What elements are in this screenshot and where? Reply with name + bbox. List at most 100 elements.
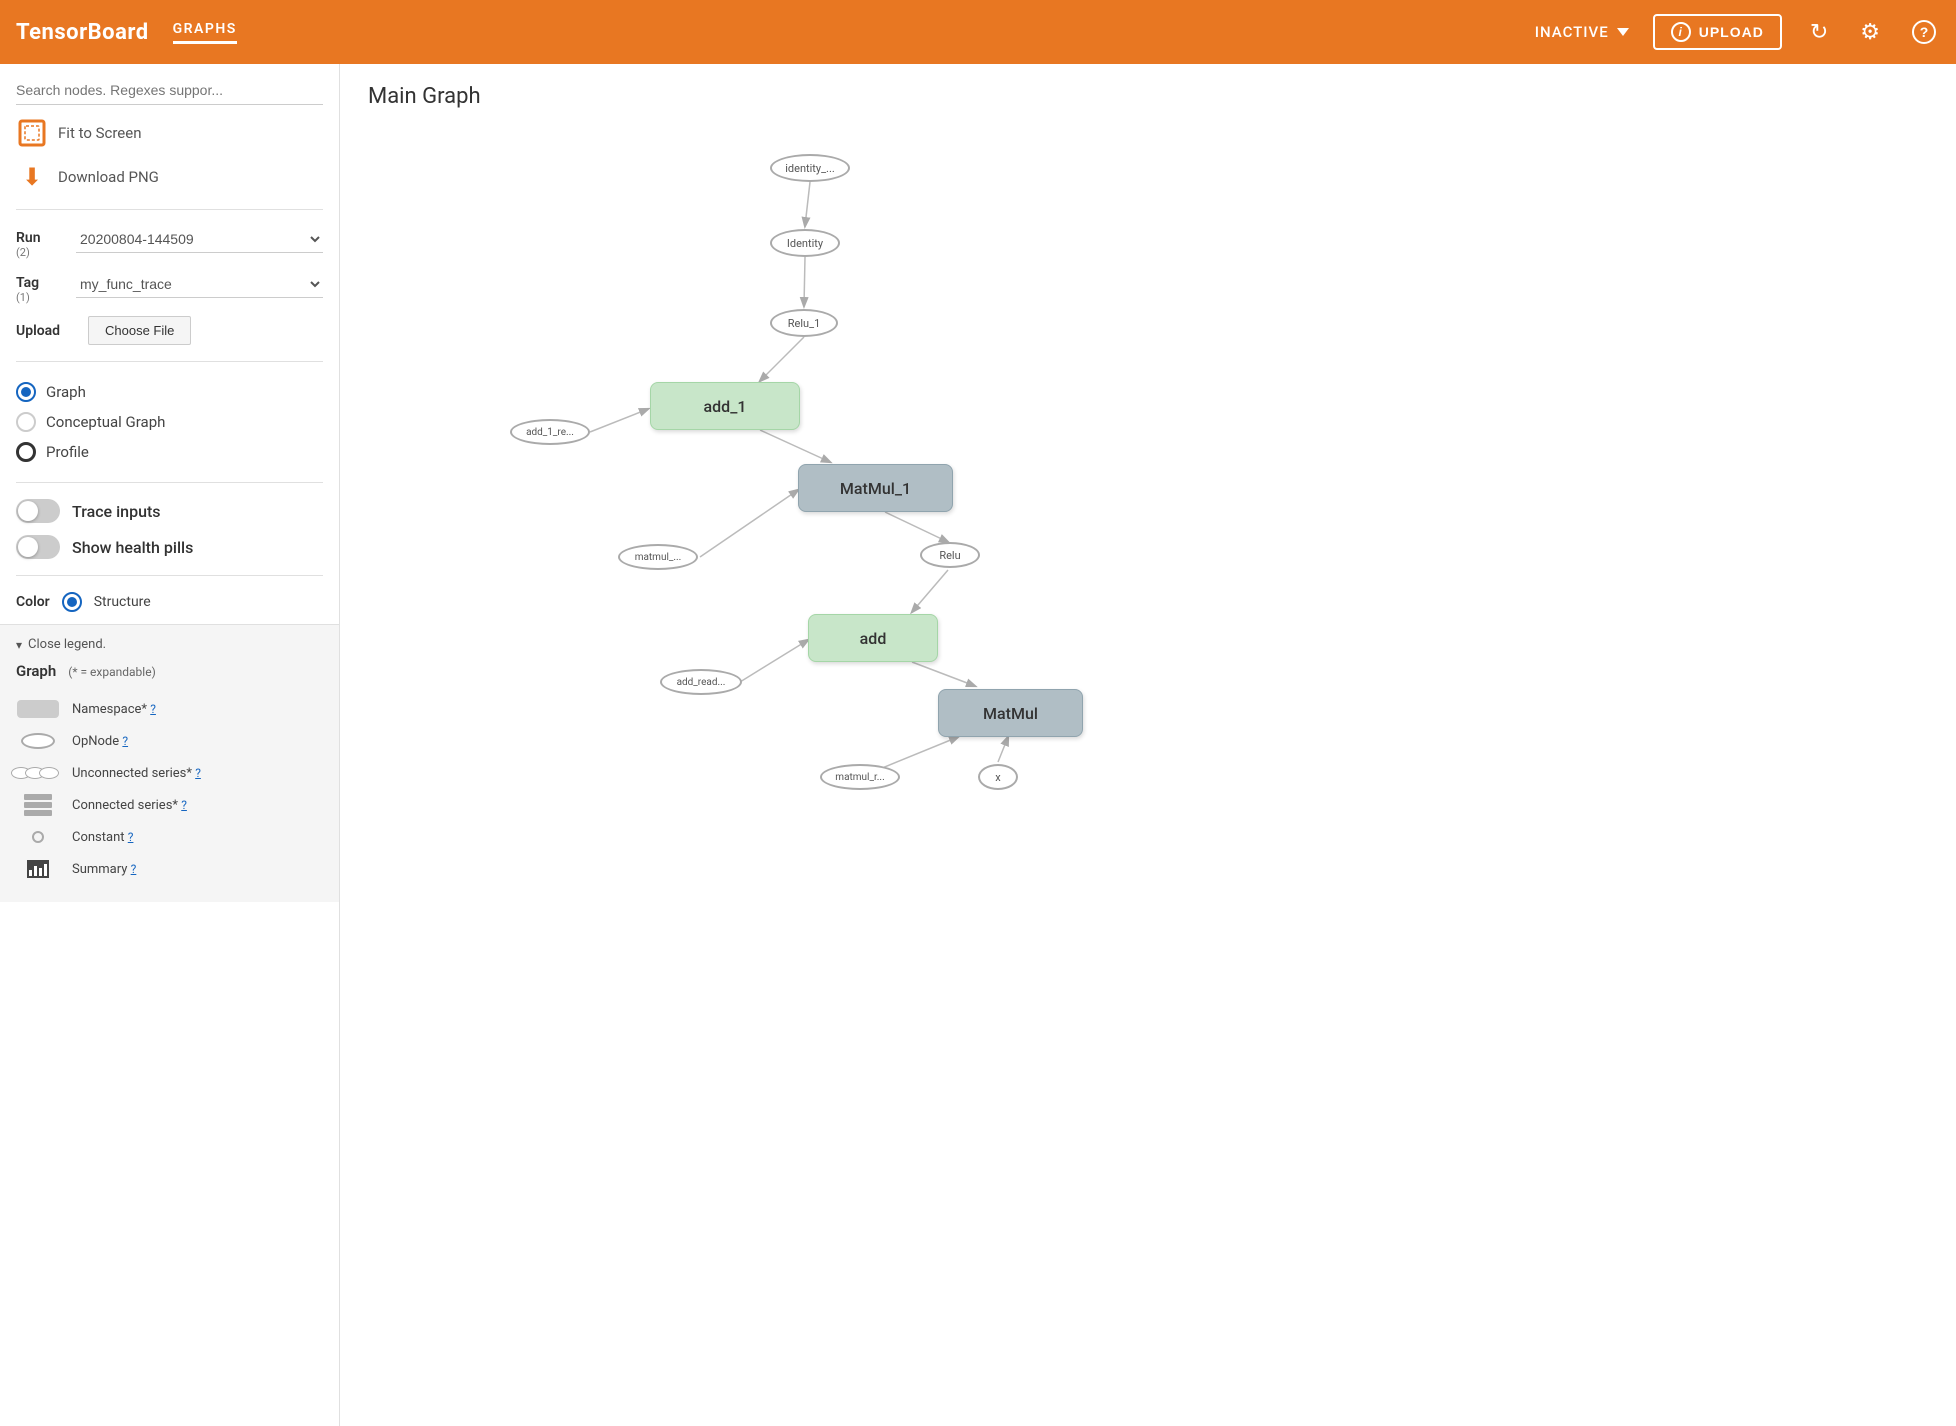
legend-opnode-shape — [16, 730, 60, 752]
trace-inputs-row: Trace inputs — [16, 499, 323, 523]
legend-summary: Summary ? — [16, 858, 323, 880]
legend-toggle-button[interactable]: ▾ Close legend. — [16, 637, 323, 652]
node-matmul-r[interactable]: matmul_r... — [820, 764, 900, 790]
sidebar: Fit to Screen ⬇ Download PNG Run (2) 202… — [0, 64, 340, 1426]
node-matmul-dots-label: matmul_... — [635, 552, 682, 563]
help-button[interactable]: ? — [1908, 16, 1940, 48]
divider-2 — [16, 361, 323, 362]
node-matmul-r-label: matmul_r... — [835, 772, 884, 783]
legend-unconnected: Unconnected series* ? — [16, 762, 323, 784]
radio-profile-indicator — [16, 442, 36, 462]
legend-constant-help[interactable]: ? — [128, 830, 134, 844]
run-label: Run — [16, 226, 64, 246]
fit-to-screen-button[interactable]: Fit to Screen — [16, 117, 323, 149]
graph-area[interactable]: Main Graph — [340, 64, 1956, 1426]
tag-select[interactable]: my_func_trace — [76, 271, 323, 298]
node-add1[interactable]: add_1 — [650, 382, 800, 430]
legend-constant: Constant ? — [16, 826, 323, 848]
node-add[interactable]: add — [808, 614, 938, 662]
node-matmul1-label: MatMul_1 — [840, 479, 911, 498]
tag-label: Tag — [16, 271, 64, 291]
constant-shape-icon — [32, 831, 44, 843]
legend-unconnected-label: Unconnected series* ? — [72, 766, 201, 781]
radio-conceptual[interactable]: Conceptual Graph — [16, 412, 323, 432]
node-add1-label: add_1 — [704, 397, 747, 416]
radio-conceptual-indicator — [16, 412, 36, 432]
color-structure-radio[interactable] — [62, 592, 82, 612]
run-sublabel: (2) — [16, 246, 64, 259]
legend-connected-shape — [16, 794, 60, 816]
node-relu1-label: Relu_1 — [788, 317, 821, 330]
node-matmul1[interactable]: MatMul_1 — [798, 464, 953, 512]
color-row: Color Structure — [16, 592, 323, 612]
fit-to-screen-icon — [16, 117, 48, 149]
search-input[interactable] — [16, 76, 323, 105]
show-health-pills-toggle[interactable] — [16, 535, 60, 559]
opnode-shape-icon — [21, 733, 55, 749]
connected-shape-icon — [24, 794, 52, 816]
dropdown-arrow-icon — [1617, 28, 1629, 36]
run-selector-dropdown[interactable]: INACTIVE — [1535, 23, 1629, 41]
namespace-shape-icon — [17, 700, 59, 718]
legend-toggle-arrow-icon: ▾ — [16, 638, 22, 652]
color-structure-label: Structure — [94, 594, 151, 610]
node-relu1[interactable]: Relu_1 — [770, 309, 838, 337]
radio-conceptual-label: Conceptual Graph — [46, 413, 165, 431]
choose-file-button[interactable]: Choose File — [88, 316, 191, 345]
legend-namespace-help[interactable]: ? — [150, 702, 156, 716]
node-identity-dots[interactable]: identity_... — [770, 154, 850, 182]
node-relu[interactable]: Relu — [920, 542, 980, 568]
node-add1re-label: add_1_re... — [526, 427, 574, 438]
legend-constant-label: Constant ? — [72, 830, 133, 845]
legend-subtitle: (* = expandable) — [68, 665, 156, 679]
radio-graph-label: Graph — [46, 383, 86, 401]
nav-graphs[interactable]: GRAPHS — [173, 21, 237, 44]
legend-namespace-label: Namespace* ? — [72, 702, 156, 717]
legend-connected-help[interactable]: ? — [181, 798, 187, 812]
node-matmul-dots[interactable]: matmul_... — [618, 544, 698, 570]
legend-connected: Connected series* ? — [16, 794, 323, 816]
node-add1re[interactable]: add_1_re... — [510, 419, 590, 445]
node-x[interactable]: x — [978, 764, 1018, 790]
node-matmul-label: MatMul — [983, 704, 1038, 723]
header: TensorBoard GRAPHS INACTIVE i UPLOAD ↻ ⚙… — [0, 0, 1956, 64]
legend-section: ▾ Close legend. Graph (* = expandable) N… — [0, 624, 339, 902]
graph-canvas[interactable]: identity_... Identity Relu_1 add_1 add_1… — [340, 124, 1956, 1426]
node-identity[interactable]: Identity — [770, 229, 840, 257]
run-selector-label: INACTIVE — [1535, 23, 1609, 41]
graph-edges-svg — [340, 124, 1956, 1426]
node-relu-label: Relu — [939, 549, 960, 562]
download-png-label: Download PNG — [58, 168, 159, 186]
legend-title: Graph — [16, 662, 56, 680]
legend-constant-shape — [16, 826, 60, 848]
graph-title: Main Graph — [340, 64, 1956, 109]
download-icon: ⬇ — [16, 161, 48, 193]
settings-button[interactable]: ⚙ — [1856, 15, 1884, 49]
legend-unconnected-help[interactable]: ? — [195, 766, 201, 780]
node-x-label: x — [995, 771, 1000, 784]
legend-summary-help[interactable]: ? — [131, 862, 137, 876]
color-label: Color — [16, 594, 50, 610]
upload-button[interactable]: i UPLOAD — [1653, 14, 1782, 50]
radio-profile[interactable]: Profile — [16, 442, 323, 462]
run-select[interactable]: 20200804-144509 — [76, 226, 323, 253]
legend-connected-label: Connected series* ? — [72, 798, 187, 813]
node-add-read[interactable]: add_read... — [660, 669, 742, 695]
radio-profile-label: Profile — [46, 443, 89, 461]
tag-sublabel: (1) — [16, 291, 64, 304]
node-identity-dots-label: identity_... — [785, 162, 835, 175]
node-matmul[interactable]: MatMul — [938, 689, 1083, 737]
radio-graph[interactable]: Graph — [16, 382, 323, 402]
legend-namespace-shape — [16, 698, 60, 720]
trace-inputs-toggle[interactable] — [16, 499, 60, 523]
refresh-button[interactable]: ↻ — [1806, 15, 1832, 49]
run-field: Run (2) 20200804-144509 — [16, 226, 323, 259]
tag-field: Tag (1) my_func_trace — [16, 271, 323, 304]
legend-toggle-label: Close legend. — [28, 637, 106, 652]
app-logo: TensorBoard — [16, 20, 149, 45]
legend-opnode-help[interactable]: ? — [122, 734, 128, 748]
upload-row: Upload Choose File — [16, 316, 323, 345]
divider-3 — [16, 482, 323, 483]
download-png-button[interactable]: ⬇ Download PNG — [16, 161, 323, 193]
node-identity-label: Identity — [787, 237, 823, 250]
